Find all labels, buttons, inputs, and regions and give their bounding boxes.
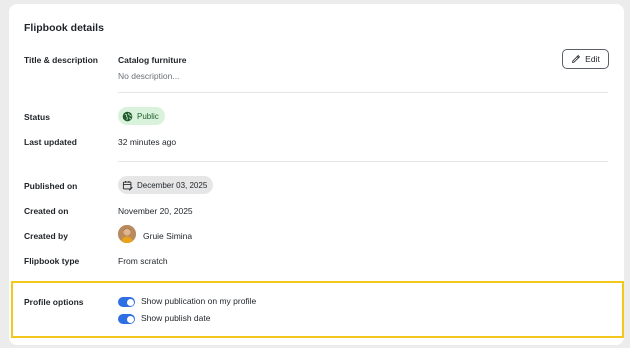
globe-icon [122,111,133,121]
created-by-value: Gruie Simina [143,231,193,241]
pencil-icon [572,55,581,63]
published-on-value: December 03, 2025 [137,180,208,190]
flipbook-description: No description... [118,71,180,81]
status-badge: Public [118,107,165,125]
show-publication-toggle[interactable] [118,297,135,307]
created-by-label: Created by [24,231,68,241]
published-date-badge: December 03, 2025 [118,176,214,194]
created-on-value: November 20, 2025 [118,206,193,216]
show-publication-label: Show publication on my profile [141,296,257,306]
profile-options-section: Profile options Show publication on my p… [11,281,624,338]
status-label: Status [24,112,50,122]
edit-button-label: Edit [585,54,600,64]
last-updated-value: 32 minutes ago [118,137,177,147]
profile-options-label: Profile options [24,297,84,307]
divider [118,161,608,162]
show-publish-date-label: Show publish date [141,313,211,323]
flipbook-title: Catalog furniture [118,55,187,65]
avatar [118,225,136,243]
title-description-label: Title & description [24,55,98,65]
created-on-label: Created on [24,206,69,216]
published-on-label: Published on [24,181,78,191]
card-title: Flipbook details [24,22,104,34]
divider [118,92,608,93]
calendar-edit-icon [122,180,133,191]
show-publish-date-toggle[interactable] [118,314,135,324]
status-value: Public [137,111,159,121]
last-updated-label: Last updated [24,137,77,147]
edit-button[interactable]: Edit [562,49,609,69]
flipbook-type-label: Flipbook type [24,256,80,266]
flipbook-type-value: From scratch [118,256,168,266]
